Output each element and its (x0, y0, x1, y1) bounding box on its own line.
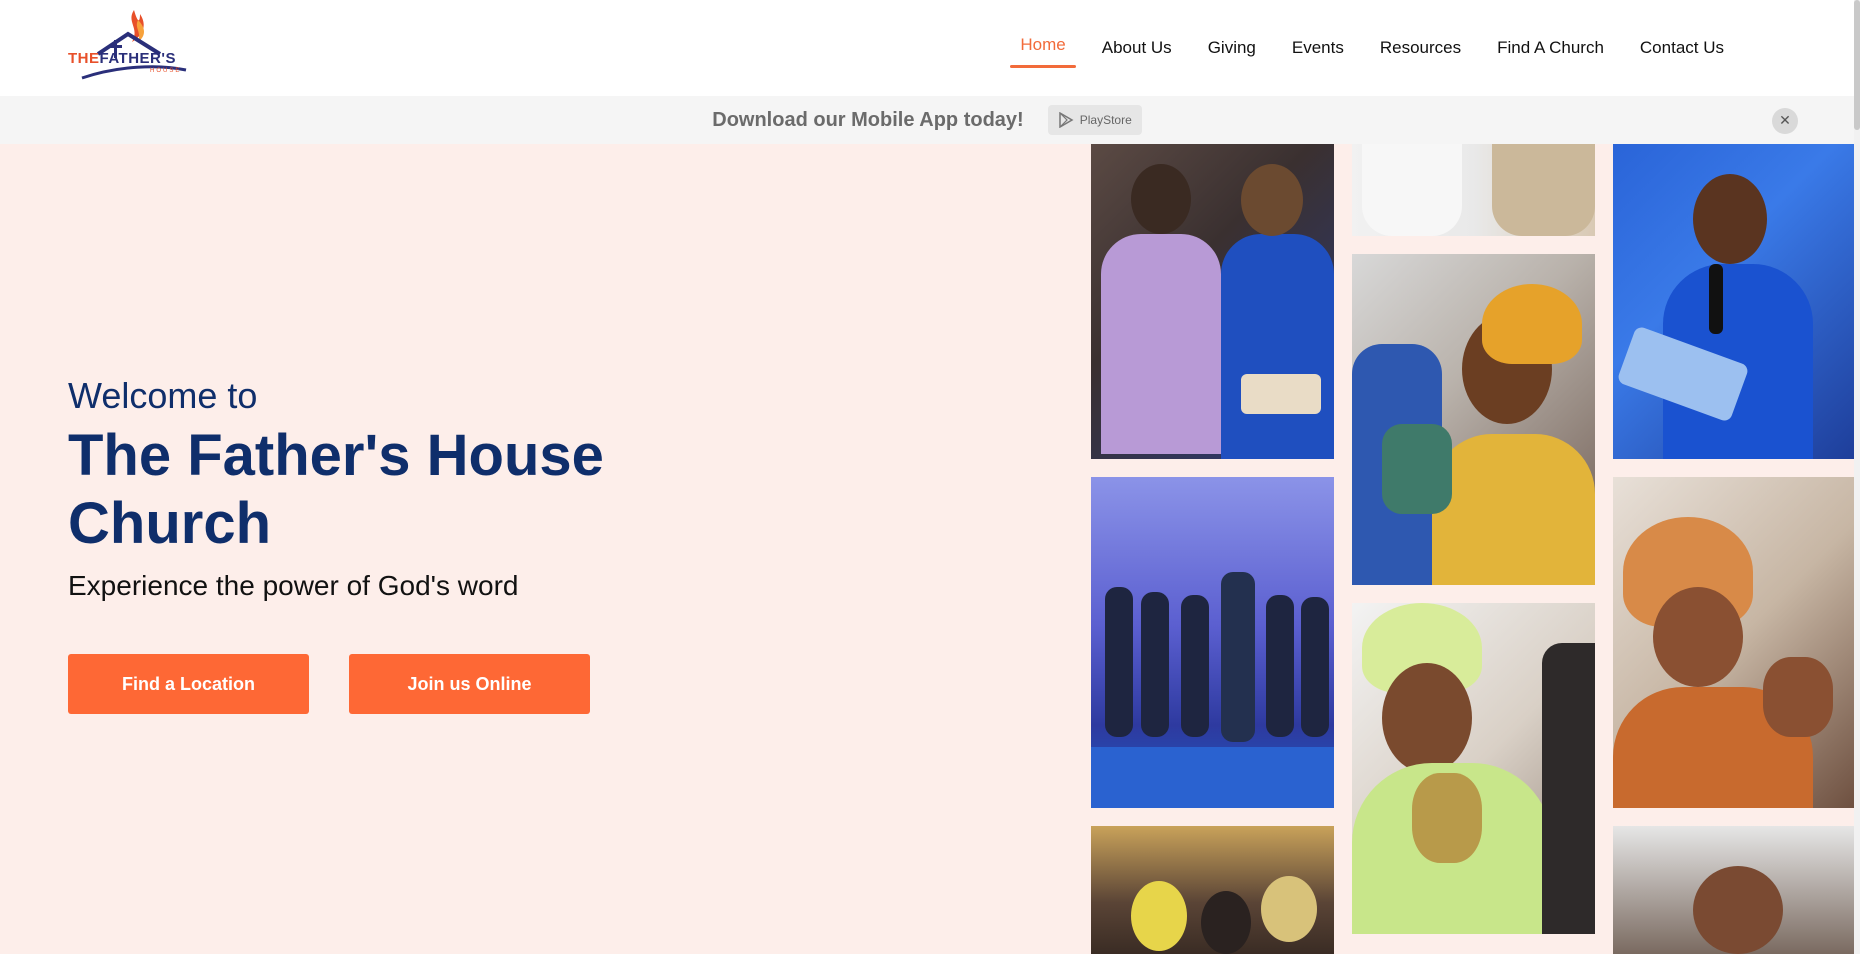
logo-word-fathers: FATHER'S (99, 50, 176, 67)
logo-word-the: THE (68, 50, 100, 67)
gallery-photo-choir-stage (1091, 477, 1334, 808)
playstore-button[interactable]: PlayStore (1047, 105, 1142, 135)
hero-section: Welcome to The Father's House Church Exp… (68, 374, 768, 714)
nav-item-home[interactable]: Home (1002, 0, 1083, 96)
logo-wordmark: THEFATHER'S (68, 50, 176, 67)
hero-title: The Father's House Church (68, 423, 604, 556)
gallery-photo-woman-headwrap-yellow (1352, 254, 1595, 585)
gallery-photo-congregation-couple (1091, 144, 1334, 459)
nav-label: Events (1291, 38, 1344, 57)
scrollbar-thumb[interactable] (1854, 0, 1860, 130)
nav-item-contact-us[interactable]: Contact Us (1622, 0, 1742, 96)
gallery-photo-woman-orange-gele (1613, 477, 1854, 808)
hero-tagline: Experience the power of God's word (68, 570, 519, 601)
playstore-label: PlayStore (1079, 113, 1132, 127)
hero-welcome: Welcome to (68, 375, 258, 416)
logo-house-flame-icon (81, 10, 187, 80)
logo-word-house: HOUSE (150, 68, 182, 74)
site-header: THEFATHER'S HOUSE Home About Us Giving E… (0, 0, 1860, 96)
nav-label: Giving (1207, 38, 1256, 57)
hero-buttons: Find a Location Join us Online (68, 654, 768, 714)
gallery-photo-pastor-preaching (1613, 144, 1854, 459)
gallery-photo-woman-green-dancing (1352, 603, 1595, 934)
nav-item-find-a-church[interactable]: Find A Church (1479, 0, 1622, 96)
app-download-banner: Download our Mobile App today! PlayStore… (0, 96, 1854, 144)
nav-item-about-us[interactable]: About Us (1084, 0, 1190, 96)
page-scrollbar[interactable] (1854, 0, 1860, 954)
main-nav: Home About Us Giving Events Resources Fi… (1002, 0, 1742, 96)
nav-label: Contact Us (1639, 38, 1724, 57)
gallery-photo-hands-clapping (1352, 144, 1595, 236)
join-online-button[interactable]: Join us Online (349, 654, 590, 714)
site-logo[interactable]: THEFATHER'S HOUSE (68, 8, 208, 84)
nav-item-resources[interactable]: Resources (1362, 0, 1479, 96)
close-icon: ✕ (1779, 113, 1791, 129)
nav-label: Resources (1379, 38, 1462, 57)
photo-gallery (1091, 144, 1854, 954)
nav-label: Home (1020, 35, 1066, 54)
nav-item-events[interactable]: Events (1274, 0, 1362, 96)
gallery-photo-man-smiling (1613, 826, 1854, 954)
banner-text: Download our Mobile App today! (712, 108, 1024, 131)
gallery-photo-congregation-worship (1091, 826, 1334, 954)
nav-label: About Us (1101, 38, 1172, 57)
find-location-button[interactable]: Find a Location (68, 654, 309, 714)
nav-item-giving[interactable]: Giving (1190, 0, 1274, 96)
play-store-icon (1058, 112, 1074, 128)
nav-label: Find A Church (1497, 38, 1604, 57)
banner-close-button[interactable]: ✕ (1772, 108, 1798, 134)
